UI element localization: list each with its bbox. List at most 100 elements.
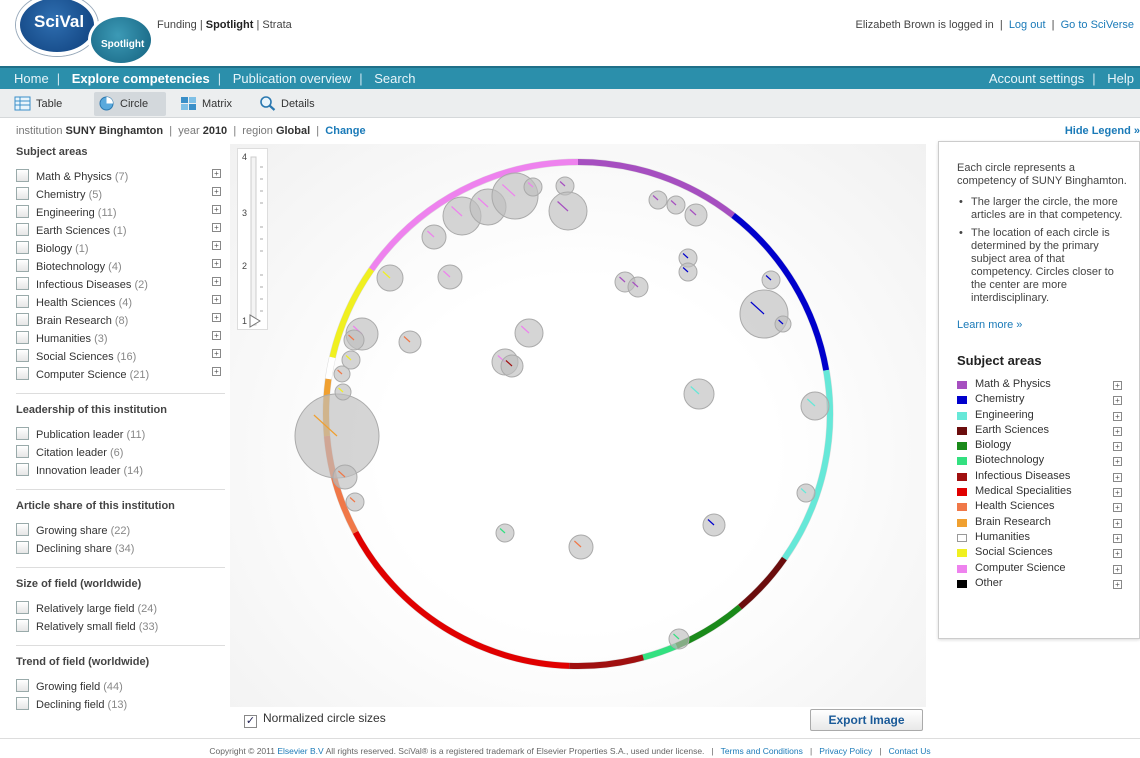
filter-brain-research[interactable]: Brain Research (8) +	[16, 311, 226, 329]
filter-checkbox[interactable]	[16, 349, 29, 362]
filter-relatively-large-field[interactable]: Relatively large field (24)	[16, 599, 226, 617]
nav-explore-competencies[interactable]: Explore competencies	[72, 71, 210, 86]
nav-publication-overview[interactable]: Publication overview	[233, 71, 352, 86]
filter-chemistry[interactable]: Chemistry (5) +	[16, 185, 226, 203]
goto-sciverse-link[interactable]: Go to SciVerse	[1061, 19, 1134, 31]
competency-bubble[interactable]	[800, 391, 830, 421]
competency-bubble[interactable]	[421, 224, 447, 250]
contact-link[interactable]: Contact Us	[889, 746, 931, 756]
filter-checkbox[interactable]	[16, 331, 29, 344]
expand-icon[interactable]: +	[1113, 564, 1122, 574]
tab-table[interactable]: Table	[10, 92, 80, 116]
competency-bubble[interactable]	[345, 492, 365, 512]
competency-bubble[interactable]	[627, 276, 649, 298]
expand-icon[interactable]: +	[1113, 411, 1122, 421]
nav-home[interactable]: Home	[14, 71, 49, 86]
expand-icon[interactable]: +	[1113, 457, 1122, 467]
filter-relatively-small-field[interactable]: Relatively small field (33)	[16, 617, 226, 635]
filter-checkbox[interactable]	[16, 619, 29, 632]
filter-computer-science[interactable]: Computer Science (21) +	[16, 365, 226, 383]
filter-checkbox[interactable]	[16, 223, 29, 236]
spotlight-link[interactable]: Spotlight	[206, 19, 254, 31]
filter-innovation-leader[interactable]: Innovation leader (14)	[16, 461, 226, 479]
competency-bubble[interactable]	[568, 534, 594, 560]
filter-math-and-physics[interactable]: Math & Physics (7) +	[16, 167, 226, 185]
competency-bubble[interactable]	[678, 262, 698, 282]
filter-engineering[interactable]: Engineering (11) +	[16, 203, 226, 221]
zoom-slider-track[interactable]: 4 3 2 1	[238, 149, 269, 331]
zoom-slider[interactable]: 4 3 2 1	[237, 148, 268, 330]
expand-icon[interactable]: +	[212, 169, 221, 178]
competency-bubble[interactable]	[437, 264, 463, 290]
filter-checkbox[interactable]	[16, 427, 29, 440]
normalized-sizes-option[interactable]: ✓ Normalized circle sizes	[244, 711, 386, 728]
filter-health-sciences[interactable]: Health Sciences (4) +	[16, 293, 226, 311]
filter-checkbox[interactable]	[16, 523, 29, 536]
filter-declining-field[interactable]: Declining field (13)	[16, 695, 226, 713]
filter-growing-share[interactable]: Growing share (22)	[16, 521, 226, 539]
competency-bubble[interactable]	[684, 203, 708, 227]
expand-icon[interactable]: +	[1113, 488, 1122, 498]
filter-earth-sciences[interactable]: Earth Sciences (1) +	[16, 221, 226, 239]
tab-circle[interactable]: Circle	[94, 92, 166, 116]
tab-matrix[interactable]: Matrix	[176, 92, 246, 116]
competency-bubble[interactable]	[332, 464, 358, 490]
competency-bubble[interactable]	[376, 264, 404, 292]
competency-bubble[interactable]	[761, 270, 781, 290]
filter-biology[interactable]: Biology (1) +	[16, 239, 226, 257]
expand-icon[interactable]: +	[212, 367, 221, 376]
filter-humanities[interactable]: Humanities (3) +	[16, 329, 226, 347]
scival-spotlight-logo[interactable]: SciVal Spotlight	[12, 0, 154, 66]
competency-bubble[interactable]	[523, 177, 543, 197]
filter-checkbox[interactable]	[16, 169, 29, 182]
filter-checkbox[interactable]	[16, 697, 29, 710]
expand-icon[interactable]: +	[212, 331, 221, 340]
competency-bubble[interactable]	[333, 365, 351, 383]
expand-icon[interactable]: +	[1113, 518, 1122, 528]
filter-growing-field[interactable]: Growing field (44)	[16, 677, 226, 695]
nav-help[interactable]: Help	[1107, 71, 1134, 86]
competency-bubble[interactable]	[702, 513, 726, 537]
competency-bubble[interactable]	[294, 393, 380, 479]
expand-icon[interactable]: +	[212, 205, 221, 214]
expand-icon[interactable]: +	[212, 223, 221, 232]
competency-bubble[interactable]	[683, 378, 715, 410]
expand-icon[interactable]: +	[1113, 396, 1122, 406]
expand-icon[interactable]: +	[212, 349, 221, 358]
expand-icon[interactable]: +	[212, 259, 221, 268]
circle-visualization[interactable]	[230, 144, 926, 707]
elsevier-link[interactable]: Elsevier B.V	[277, 746, 323, 756]
change-link[interactable]: Change	[325, 125, 365, 137]
expand-icon[interactable]: +	[1113, 533, 1122, 543]
expand-icon[interactable]: +	[212, 187, 221, 196]
privacy-link[interactable]: Privacy Policy	[819, 746, 872, 756]
expand-icon[interactable]: +	[212, 295, 221, 304]
filter-checkbox[interactable]	[16, 679, 29, 692]
filter-checkbox[interactable]	[16, 295, 29, 308]
filter-checkbox[interactable]	[16, 259, 29, 272]
filter-checkbox[interactable]	[16, 187, 29, 200]
expand-icon[interactable]: +	[212, 313, 221, 322]
filter-social-sciences[interactable]: Social Sciences (16) +	[16, 347, 226, 365]
expand-icon[interactable]: +	[212, 277, 221, 286]
competency-bubble[interactable]	[548, 191, 588, 231]
competency-bubble[interactable]	[514, 318, 544, 348]
filter-citation-leader[interactable]: Citation leader (6)	[16, 443, 226, 461]
expand-icon[interactable]: +	[1113, 549, 1122, 559]
filter-checkbox[interactable]	[16, 241, 29, 254]
competency-bubble[interactable]	[495, 523, 515, 543]
expand-icon[interactable]: +	[1113, 472, 1122, 482]
competency-bubble[interactable]	[334, 383, 352, 401]
filter-publication-leader[interactable]: Publication leader (11)	[16, 425, 226, 443]
export-image-button[interactable]: Export Image	[810, 709, 923, 731]
nav-account-settings[interactable]: Account settings	[989, 71, 1084, 86]
competency-bubble[interactable]	[500, 354, 524, 378]
learn-more-link[interactable]: Learn more »	[957, 319, 1129, 331]
competency-bubble[interactable]	[668, 628, 690, 650]
terms-link[interactable]: Terms and Conditions	[721, 746, 803, 756]
filter-checkbox[interactable]	[16, 367, 29, 380]
competency-bubble[interactable]	[648, 190, 668, 210]
logout-link[interactable]: Log out	[1009, 19, 1046, 31]
filter-declining-share[interactable]: Declining share (34)	[16, 539, 226, 557]
strata-link[interactable]: Strata	[262, 19, 291, 31]
